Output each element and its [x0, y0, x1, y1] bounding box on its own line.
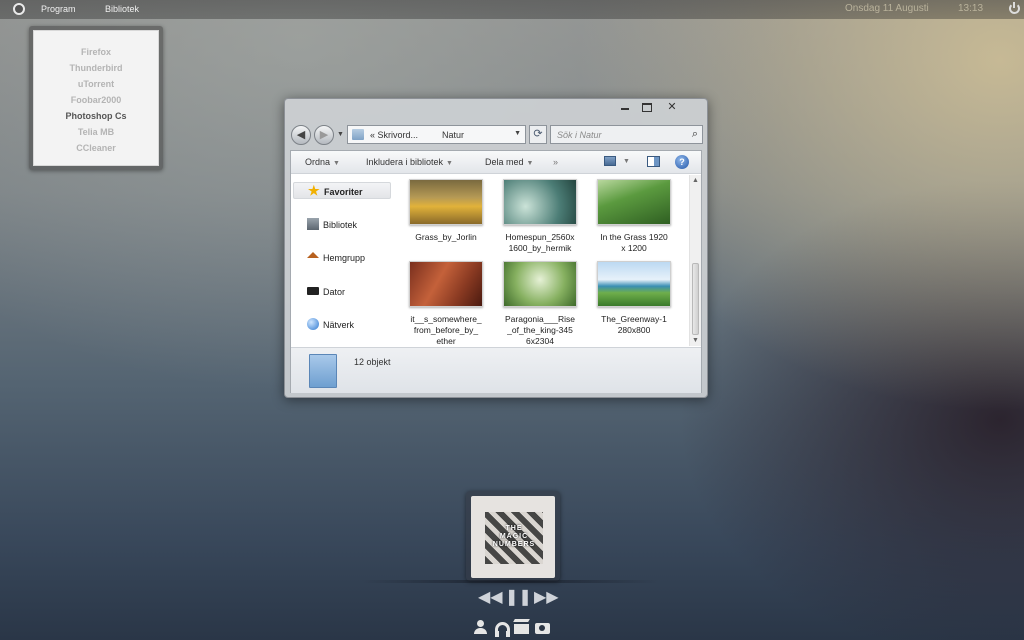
- scrollbar-thumb[interactable]: [692, 263, 699, 335]
- launcher-item-ccleaner[interactable]: CCleaner: [34, 140, 158, 156]
- person-icon[interactable]: [473, 619, 488, 635]
- star-icon: ★: [308, 183, 320, 198]
- share-with-button[interactable]: Dela med ▼: [485, 157, 533, 167]
- file-item[interactable]: In the Grass 1920 x 1200: [591, 175, 677, 254]
- album-cover[interactable]: THE MAGIC NUMBERS: [471, 496, 555, 578]
- launcher-item-telia-mb[interactable]: Telia MB: [34, 124, 158, 140]
- homegroup-icon: [307, 252, 319, 258]
- back-button[interactable]: ◀: [291, 125, 311, 145]
- menu-program[interactable]: Program: [41, 4, 76, 14]
- refresh-button[interactable]: ⟳: [529, 125, 547, 144]
- help-icon[interactable]: ?: [675, 155, 689, 169]
- headphones-icon[interactable]: [495, 622, 510, 637]
- video-icon[interactable]: [514, 624, 529, 634]
- file-thumbnail: [597, 179, 671, 225]
- address-bar[interactable]: « Skrivord... Natur ▼: [347, 125, 526, 144]
- nav-favoriter[interactable]: ★ Favoriter: [293, 182, 391, 199]
- nav-dator[interactable]: Dator: [293, 283, 391, 300]
- app-launcher: Firefox Thunderbird uTorrent Foobar2000 …: [29, 26, 163, 170]
- previous-track-button[interactable]: ◀◀: [478, 587, 503, 607]
- file-item[interactable]: Paragonia___Rise _of_the_king-345 6x2304: [497, 257, 583, 347]
- minimize-button[interactable]: [617, 101, 633, 113]
- forward-button[interactable]: ▶: [314, 125, 334, 145]
- view-dropdown-icon[interactable]: ▼: [623, 158, 630, 165]
- navigation-pane: ★ Favoriter Bibliotek Hemgrupp Dator Nät…: [291, 175, 401, 330]
- explorer-content-pane: Ordna ▼ Inkludera i bibliotek ▼ Dela med ▼ …: [290, 150, 702, 393]
- power-icon[interactable]: [1009, 2, 1020, 14]
- album-title: THE MAGIC NUMBERS: [492, 525, 536, 548]
- vertical-scrollbar[interactable]: ▲ ▼: [689, 175, 701, 346]
- clock-date: Onsdag 11 Augusti: [845, 3, 929, 14]
- launcher-item-foobar2000[interactable]: Foobar2000: [34, 92, 158, 108]
- include-in-library-button[interactable]: Inkludera i bibliotek ▼: [366, 157, 453, 167]
- explorer-window: ✕ ◀ ▶ ▼ « Skrivord... Natur ▼ ⟳ Sök i Na…: [284, 98, 708, 398]
- top-bar: Program Bibliotek Onsdag 11 Augusti 13:1…: [0, 0, 1024, 19]
- file-name: Paragonia___Rise _of_the_king-345 6x2304: [505, 314, 575, 346]
- folder-icon: [352, 129, 364, 140]
- address-dropdown-icon[interactable]: ▼: [514, 130, 521, 137]
- file-thumbnail: [409, 179, 483, 225]
- search-input[interactable]: Sök i Natur ⌕: [550, 125, 703, 144]
- file-thumbnail: [503, 179, 577, 225]
- file-thumbnail: [503, 261, 577, 307]
- file-item[interactable]: The_Greenway-1 280x800: [591, 257, 677, 336]
- maximize-button[interactable]: [639, 101, 655, 113]
- file-name: Homespun_2560x 1600_by_hermik: [505, 232, 575, 253]
- scroll-down-icon[interactable]: ▼: [692, 337, 699, 344]
- file-name: it__s_somewhere_ from_before_by_ ether: [410, 314, 482, 346]
- nav-natverk[interactable]: Nätverk: [293, 316, 391, 333]
- next-track-button[interactable]: ▶▶: [534, 587, 559, 607]
- media-player: THE MAGIC NUMBERS: [466, 491, 560, 581]
- menu-bibliotek[interactable]: Bibliotek: [105, 4, 139, 14]
- breadcrumb-natur[interactable]: Natur: [442, 130, 464, 140]
- file-name: Grass_by_Jorlin: [415, 232, 477, 242]
- start-orb-icon[interactable]: [13, 3, 25, 15]
- scroll-up-icon[interactable]: ▲: [692, 177, 699, 184]
- ordna-button[interactable]: Ordna ▼: [305, 157, 340, 167]
- change-view-icon[interactable]: [604, 156, 616, 166]
- more-commands-button[interactable]: »: [553, 157, 558, 167]
- launcher-item-firefox[interactable]: Firefox: [34, 44, 158, 60]
- file-item[interactable]: Homespun_2560x 1600_by_hermik: [497, 175, 583, 254]
- launcher-item-thunderbird[interactable]: Thunderbird: [34, 60, 158, 76]
- file-list: Grass_by_Jorlin Homespun_2560x 1600_by_h…: [403, 175, 683, 347]
- file-name: The_Greenway-1 280x800: [601, 314, 667, 335]
- player-shelf: [360, 580, 660, 583]
- computer-icon: [307, 287, 319, 295]
- clock-time: 13:13: [958, 3, 984, 14]
- close-button[interactable]: ✕: [664, 101, 680, 113]
- app-launcher-list: Firefox Thunderbird uTorrent Foobar2000 …: [33, 30, 159, 166]
- launcher-item-photoshop[interactable]: Photoshop Cs: [34, 108, 158, 124]
- search-placeholder: Sök i Natur: [557, 130, 602, 140]
- navigation-bar: ◀ ▶ ▼ « Skrivord... Natur ▼ ⟳ Sök i Natu…: [291, 123, 703, 147]
- command-bar: Ordna ▼ Inkludera i bibliotek ▼ Dela med ▼ …: [291, 151, 701, 174]
- breadcrumb-skrivord[interactable]: « Skrivord...: [370, 130, 418, 140]
- camera-icon[interactable]: [535, 623, 550, 634]
- preview-pane-icon[interactable]: [647, 156, 660, 167]
- launcher-item-utorrent[interactable]: uTorrent: [34, 76, 158, 92]
- file-thumbnail: [409, 261, 483, 307]
- file-item[interactable]: Grass_by_Jorlin: [403, 175, 489, 243]
- network-icon: [307, 318, 319, 330]
- recent-pages-dropdown[interactable]: ▼: [337, 131, 344, 138]
- file-thumbnail: [597, 261, 671, 307]
- details-pane: 12 objekt: [291, 347, 701, 393]
- pause-button[interactable]: ❚❚: [505, 587, 532, 607]
- file-name: In the Grass 1920 x 1200: [600, 232, 668, 253]
- folder-icon: [309, 354, 337, 388]
- item-count: 12 objekt: [354, 357, 391, 367]
- search-icon[interactable]: ⌕: [692, 128, 698, 141]
- file-item[interactable]: it__s_somewhere_ from_before_by_ ether: [403, 257, 489, 347]
- nav-bibliotek[interactable]: Bibliotek: [293, 216, 391, 233]
- nav-hemgrupp[interactable]: Hemgrupp: [293, 249, 391, 266]
- library-icon: [307, 218, 319, 230]
